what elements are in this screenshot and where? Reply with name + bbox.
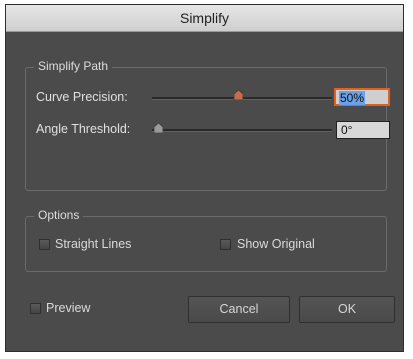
show-original-label[interactable]: Show Original	[237, 237, 315, 251]
ok-button[interactable]: OK	[299, 296, 395, 323]
angle-threshold-input[interactable]: 0°	[336, 121, 390, 139]
curve-precision-value: 50%	[339, 91, 366, 105]
curve-precision-label: Curve Precision:	[36, 90, 128, 104]
curve-precision-input[interactable]: 50%	[334, 88, 390, 106]
options-legend: Options	[34, 208, 84, 222]
angle-threshold-slider-thumb-icon[interactable]	[154, 123, 163, 133]
angle-threshold-track[interactable]	[152, 129, 332, 132]
straight-lines-label[interactable]: Straight Lines	[55, 237, 131, 251]
straight-lines-checkbox-icon[interactable]	[39, 239, 50, 250]
simplify-path-group: Simplify Path Curve Precision: 50% Angle…	[25, 59, 390, 191]
simplify-dialog: Simplify Simplify Path Curve Precision: …	[5, 4, 404, 352]
curve-precision-slider-thumb-icon[interactable]	[234, 90, 243, 100]
angle-threshold-value: 0°	[341, 123, 353, 137]
simplify-path-legend: Simplify Path	[34, 59, 113, 73]
show-original-checkbox-icon[interactable]	[220, 239, 231, 250]
preview-checkbox-icon[interactable]	[30, 303, 41, 314]
dialog-title: Simplify	[6, 5, 403, 32]
preview-label[interactable]: Preview	[46, 301, 90, 315]
cancel-button[interactable]: Cancel	[188, 296, 290, 323]
angle-threshold-label: Angle Threshold:	[36, 122, 131, 136]
options-group: Options Straight Lines Show Original	[25, 208, 387, 272]
